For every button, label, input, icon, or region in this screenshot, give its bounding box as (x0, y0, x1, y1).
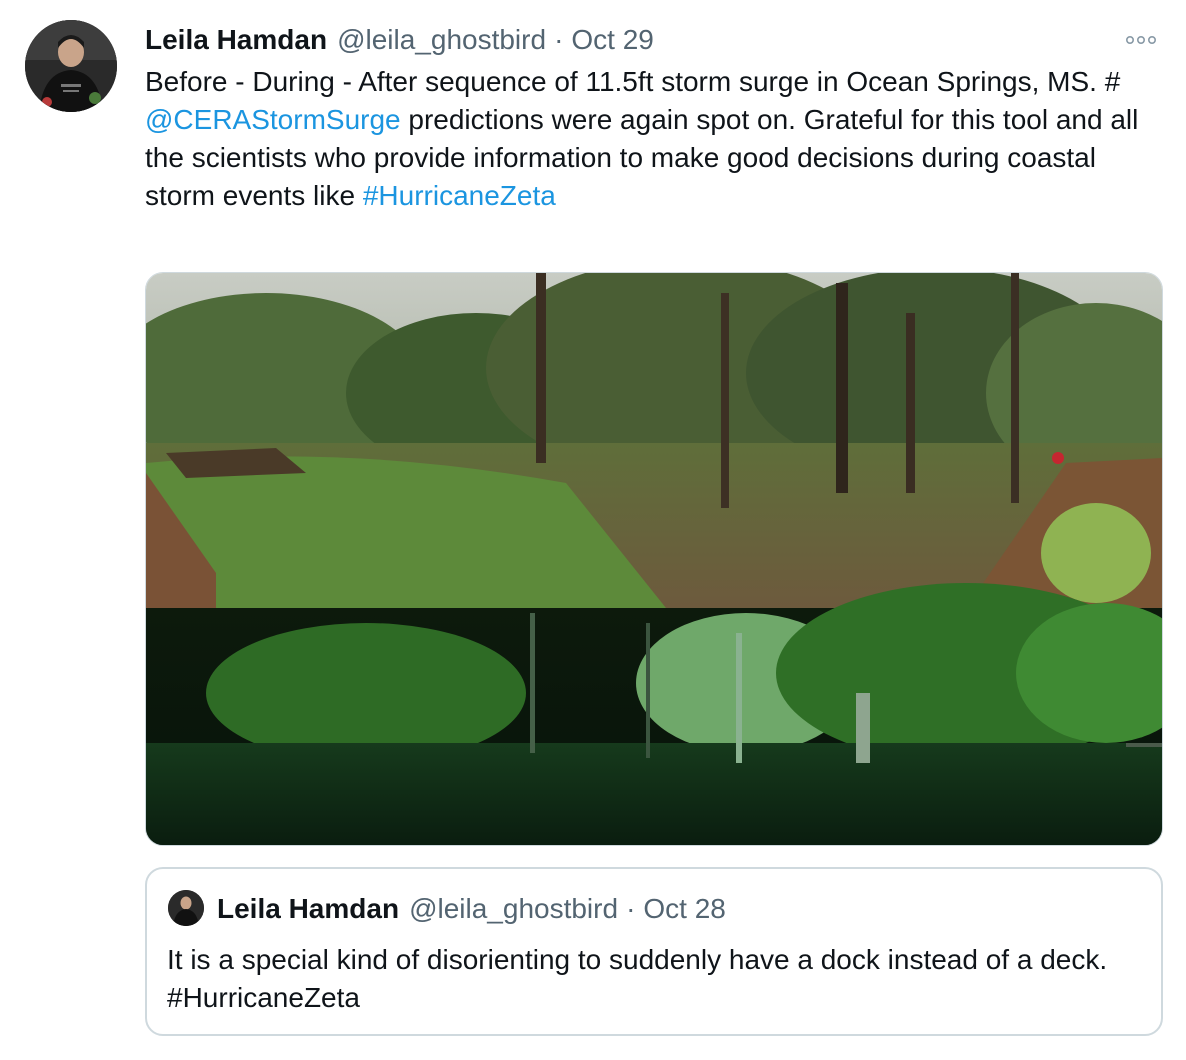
quoted-separator-dot: · (626, 893, 636, 924)
author-name[interactable]: Leila Hamdan (145, 24, 327, 56)
tweet-photo[interactable] (145, 272, 1163, 846)
quoted-tweet[interactable]: Leila Hamdan @leila_ghostbird · Oct 28 I… (145, 867, 1163, 1036)
tweet-date[interactable]: Oct 29 (571, 24, 653, 56)
tweet-text: Before - During - After sequence of 11.5… (145, 63, 1155, 215)
quoted-tweet-header: Leila Hamdan @leila_ghostbird · Oct 28 (217, 891, 726, 927)
author-avatar[interactable] (25, 20, 117, 112)
author-handle[interactable]: @leila_ghostbird (337, 24, 546, 56)
quoted-author-handle: @leila_ghostbird (409, 893, 619, 924)
mention-link[interactable]: @CERAStormSurge (145, 104, 401, 135)
tweet-header: Leila Hamdan @leila_ghostbird · Oct 29 (145, 22, 654, 58)
separator-dot: · (554, 24, 564, 55)
quoted-tweet-date: Oct 28 (643, 893, 726, 924)
quoted-author-name: Leila Hamdan (217, 893, 400, 924)
hashtag-link[interactable]: #HurricaneZeta (363, 180, 556, 211)
more-icon[interactable] (1122, 30, 1162, 50)
quoted-author-avatar (168, 890, 204, 926)
tweet-text-line1: Before - During - After sequence of 11.5… (145, 66, 1121, 97)
quoted-tweet-text: It is a special kind of disorienting to … (167, 944, 1108, 1013)
tweet: Leila Hamdan @leila_ghostbird · Oct 29 B… (0, 0, 1186, 1060)
